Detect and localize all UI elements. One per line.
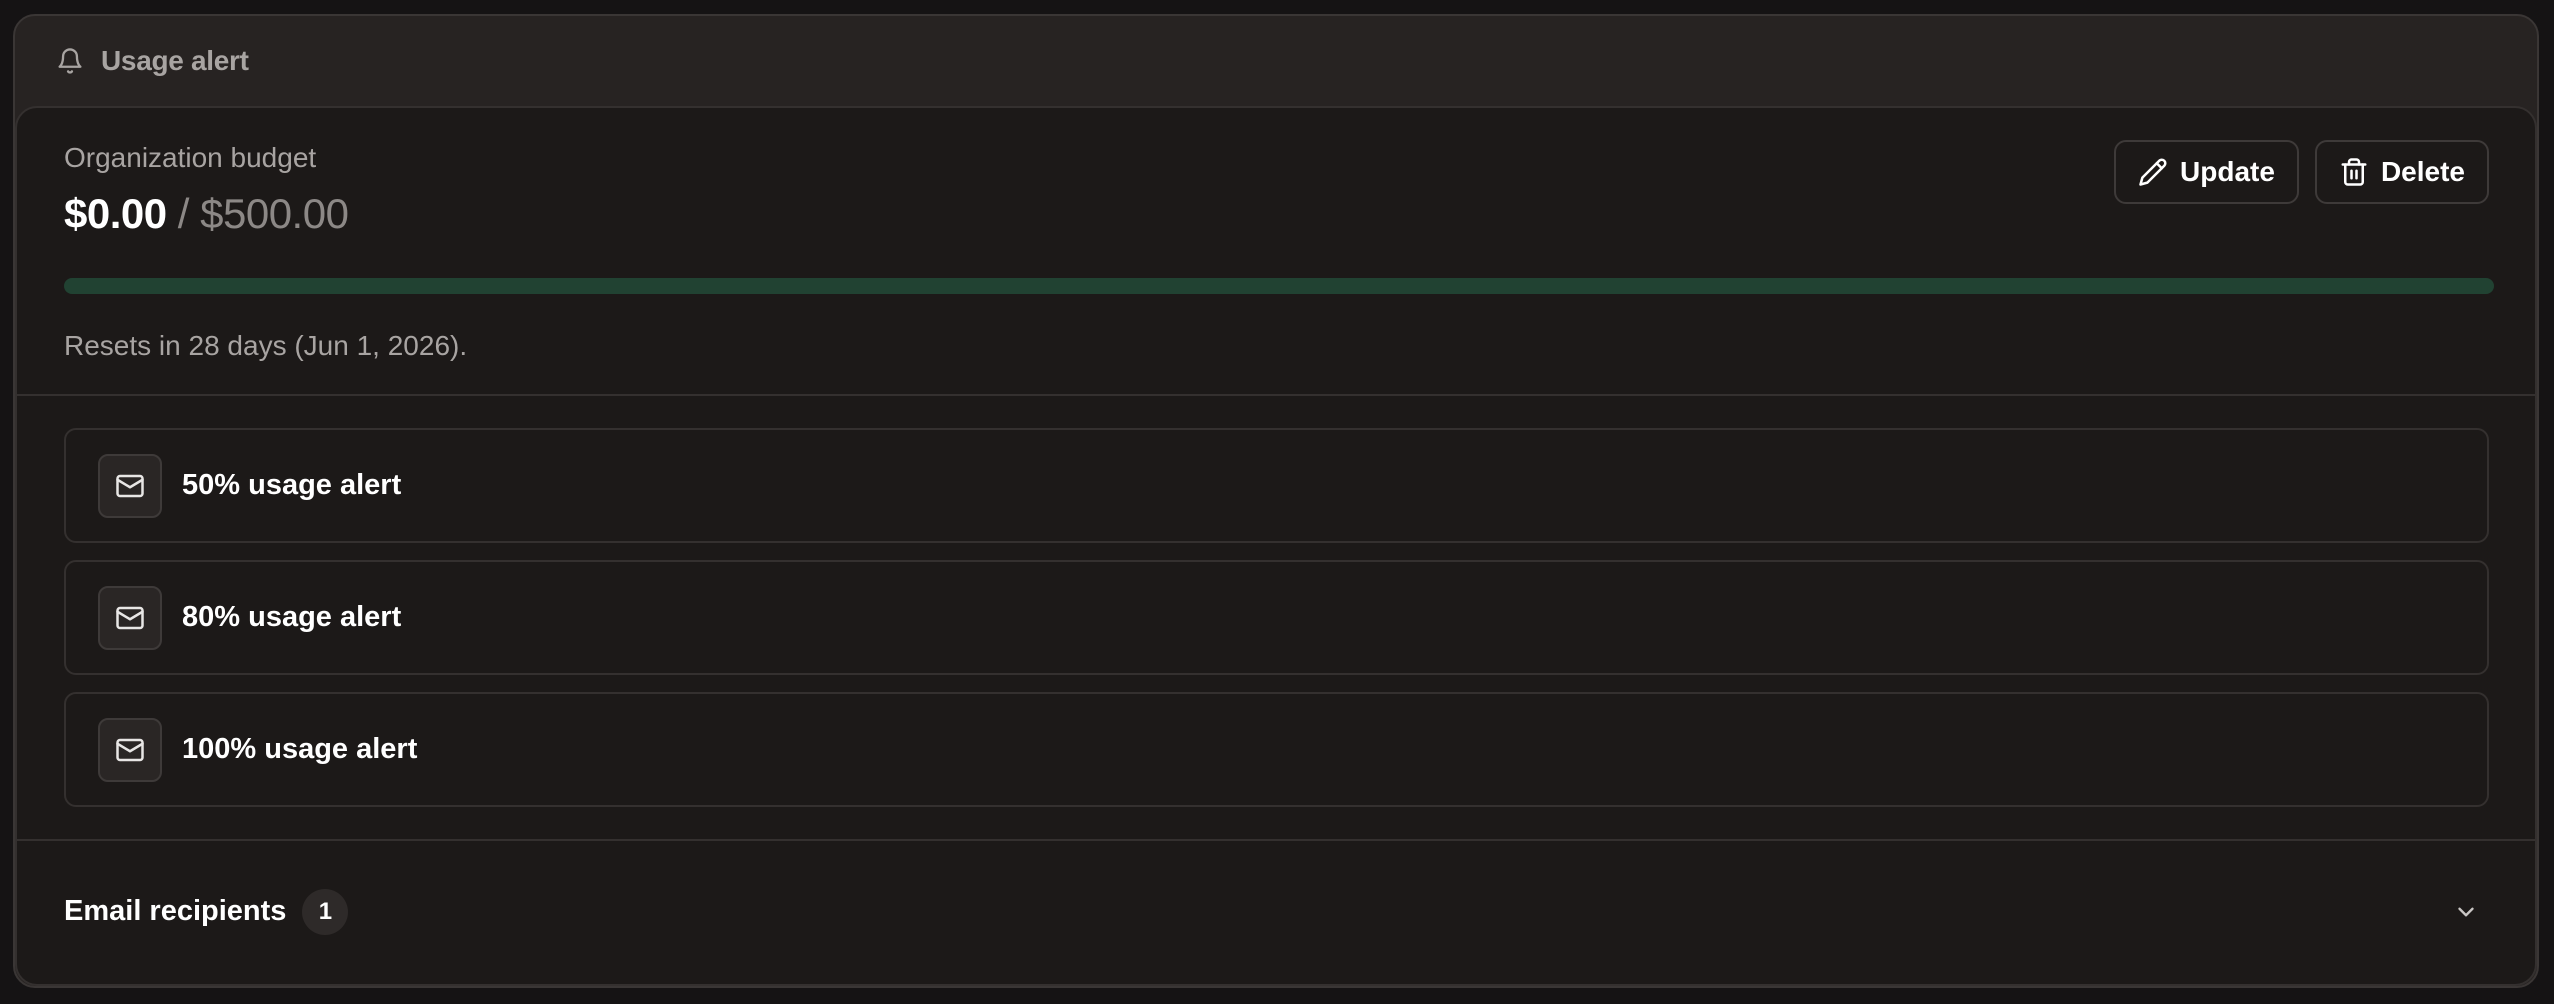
pencil-icon (2138, 157, 2168, 187)
alert-label: 100% usage alert (182, 733, 418, 765)
budget-spent: $0.00 (64, 190, 167, 237)
delete-button[interactable]: Delete (2314, 140, 2489, 204)
usage-alert-header: Usage alert (15, 16, 2537, 106)
mail-icon (98, 585, 162, 650)
budget-progress-bar (64, 278, 2494, 294)
alert-label: 80% usage alert (182, 601, 402, 633)
budget-section: Organization budget $0.00 / $500.00 Upda… (17, 108, 2535, 396)
alert-item-100[interactable]: 100% usage alert (64, 692, 2489, 807)
usage-alert-title: Usage alert (101, 45, 249, 76)
chevron-down-icon[interactable] (2451, 897, 2481, 927)
budget-actions: Update Delete (2114, 140, 2489, 204)
alert-list: 50% usage alert 80% usage alert 100% usa… (17, 396, 2535, 841)
delete-button-label: Delete (2380, 156, 2465, 187)
email-recipients-label: Email recipients (64, 895, 287, 927)
bell-icon (55, 46, 85, 76)
budget-separator: / (166, 190, 201, 237)
trash-icon (2339, 157, 2369, 187)
recipients-count-badge: 1 (302, 888, 349, 935)
alert-item-80[interactable]: 80% usage alert (64, 560, 2489, 675)
alert-item-50[interactable]: 50% usage alert (64, 428, 2489, 543)
update-button-label: Update (2180, 156, 2275, 187)
usage-alert-card: Usage alert Organization budget $0.00 / … (13, 14, 2539, 988)
alert-label: 50% usage alert (182, 469, 402, 501)
update-button[interactable]: Update (2114, 140, 2299, 204)
mail-icon (98, 717, 162, 782)
budget-amount: $0.00 / $500.00 (64, 190, 349, 238)
mail-icon (98, 453, 162, 518)
email-recipients-toggle[interactable]: Email recipients 1 (17, 841, 2535, 982)
budget-panel: Organization budget $0.00 / $500.00 Upda… (15, 106, 2537, 986)
budget-label: Organization budget (64, 142, 317, 173)
budget-total: $500.00 (200, 190, 349, 237)
reset-info: Resets in 28 days (Jun 1, 2026). (64, 330, 468, 361)
